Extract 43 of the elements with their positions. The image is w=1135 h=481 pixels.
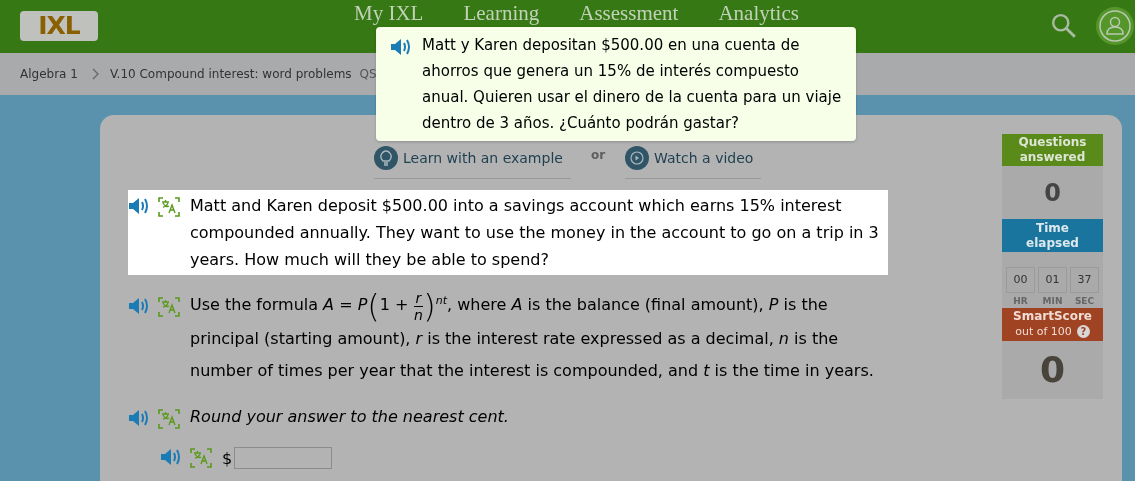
help-badge[interactable]: ? bbox=[1076, 325, 1090, 339]
instruction-text: Round your answer to the nearest cent. bbox=[190, 406, 509, 428]
speaker-icon[interactable] bbox=[160, 448, 182, 466]
translation-text: Matt y Karen depositan $500.00 en una cuenta de ahorros que genera un 15% de interés compuesto anual. Quieren usar el dinero de la cuenta para un viaje dentro de 3 años. ¿Cuánto podrán gastar? bbox=[422, 35, 843, 134]
nav-link[interactable]: Assessment bbox=[579, 1, 679, 25]
translate-icon[interactable] bbox=[190, 448, 212, 468]
breadcrumb-link[interactable]: QS bbox=[359, 67, 377, 81]
score-scale-label: out of 100 bbox=[1015, 324, 1072, 340]
questions-answered-count: 0 bbox=[1043, 177, 1062, 209]
timer-unit: MIN bbox=[1042, 295, 1063, 306]
questions-answered-label: Questions answered bbox=[1017, 135, 1088, 166]
smartscore-label: SmartScore bbox=[1013, 309, 1092, 325]
timer-value: 00 bbox=[1006, 266, 1035, 293]
timer-unit: SEC bbox=[1074, 295, 1095, 306]
lightbulb-icon bbox=[374, 145, 398, 170]
logo[interactable]: IXL bbox=[20, 11, 98, 41]
or-label: or bbox=[590, 148, 606, 162]
timer-value: 01 bbox=[1038, 266, 1067, 293]
translate-icon[interactable] bbox=[158, 409, 180, 429]
currency-label: $ bbox=[222, 448, 233, 468]
breadcrumb-link[interactable]: Algebra 1 bbox=[20, 67, 78, 81]
avatar-icon[interactable] bbox=[1095, 6, 1135, 46]
nav-link[interactable]: My IXL bbox=[354, 1, 424, 25]
speaker-icon[interactable] bbox=[128, 409, 150, 427]
speaker-icon[interactable] bbox=[128, 297, 150, 315]
smartscore-value: 0 bbox=[1038, 348, 1067, 393]
question-text: Matt and Karen deposit $500.00 into a savings account which earns 15% interest compounded annually. They want to use the money in the account to go on a trip in 3 years. How much will they be able to spend? bbox=[190, 195, 880, 271]
breadcrumb-link[interactable]: V.10 Compound interest: word problems bbox=[109, 67, 352, 81]
translate-icon[interactable] bbox=[158, 297, 180, 317]
chevron-icon bbox=[91, 68, 100, 80]
nav-link[interactable]: Analytics bbox=[718, 1, 799, 25]
learn-example-link[interactable]: Learn with an example bbox=[374, 143, 571, 179]
search-icon[interactable] bbox=[1051, 13, 1077, 39]
play-icon bbox=[625, 145, 650, 170]
time-elapsed-label: Time elapsed bbox=[1025, 220, 1080, 251]
speaker-icon[interactable] bbox=[390, 38, 412, 56]
timer-unit: HR bbox=[1013, 295, 1028, 306]
watch-video-link[interactable]: Watch a video bbox=[625, 143, 762, 179]
nav-link[interactable]: Learning bbox=[463, 1, 540, 25]
answer-field[interactable] bbox=[234, 447, 333, 469]
speaker-icon[interactable] bbox=[128, 197, 150, 215]
translate-icon[interactable] bbox=[158, 197, 180, 217]
timer-value: 37 bbox=[1070, 266, 1099, 293]
